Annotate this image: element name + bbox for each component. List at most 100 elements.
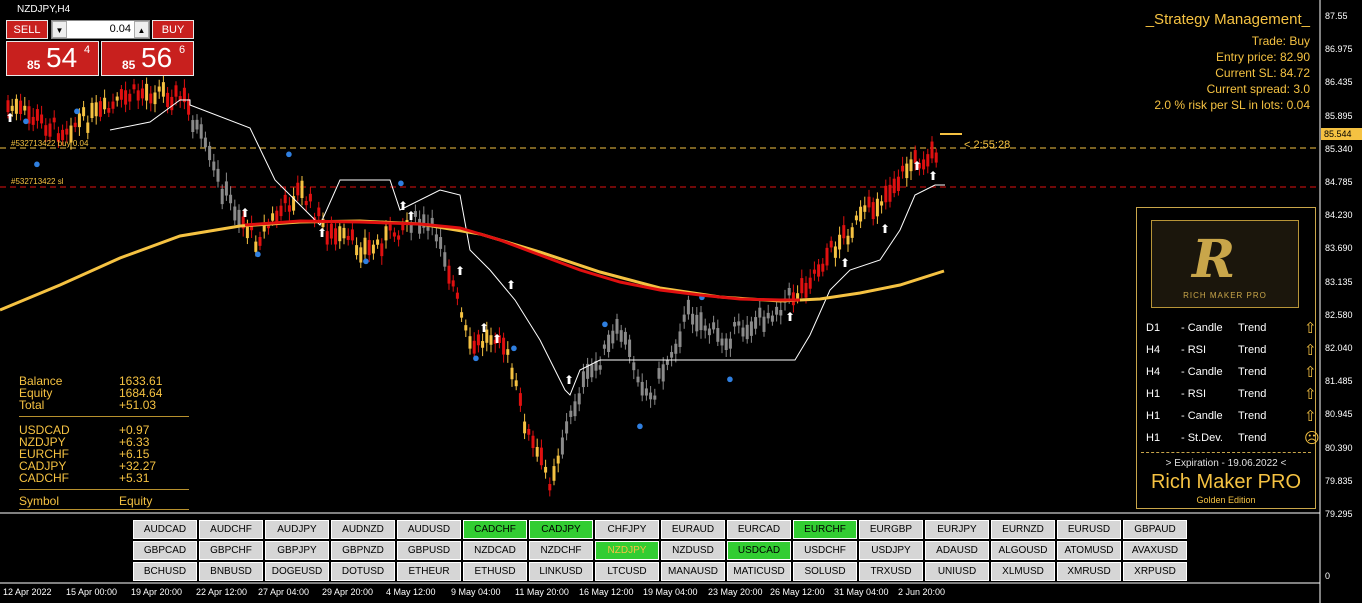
symbol-button-audnzd[interactable]: AUDNZD	[331, 520, 395, 539]
account-divider	[19, 416, 189, 417]
symbol-button-nzdusd[interactable]: NZDUSD	[661, 541, 725, 560]
symbol-button-gbpaud[interactable]: GBPAUD	[1123, 520, 1187, 539]
expiration-text: > Expiration - 19.06.2022 <	[1165, 458, 1287, 469]
candle-body	[153, 92, 157, 105]
symbol-button-trxusd[interactable]: TRXUSD	[859, 562, 923, 581]
arrow-up-icon: ⇧	[1304, 408, 1317, 425]
symbol-button-ltcusd[interactable]: LTCUSD	[595, 562, 659, 581]
trend-timeframe: D1	[1146, 322, 1161, 334]
symbol-button-ethusd[interactable]: ETHUSD	[463, 562, 527, 581]
sell-price-button[interactable]: 85 54 4	[6, 41, 99, 76]
sell-signal-icon: ●	[510, 340, 518, 355]
candle-body	[149, 93, 153, 104]
candle-body	[19, 100, 23, 115]
symbol-button-gbpchf[interactable]: GBPCHF	[199, 541, 263, 560]
time-axis-label: 11 May 20:00	[515, 587, 569, 597]
buy-price-button[interactable]: 85 56 6	[101, 41, 194, 76]
symbol-button-xmrusd[interactable]: XMRUSD	[1057, 562, 1121, 581]
time-axis-label: 31 May 04:00	[834, 587, 889, 597]
symbol-button-cadjpy[interactable]: CADJPY	[529, 520, 593, 539]
symbol-button-audusd[interactable]: AUDUSD	[397, 520, 461, 539]
symbol-button-gbpusd[interactable]: GBPUSD	[397, 541, 461, 560]
candle-body	[136, 90, 140, 101]
symbol-button-eurnzd[interactable]: EURNZD	[991, 520, 1055, 539]
sell-signal-icon: ●	[73, 103, 81, 118]
indicator-scale-label: 0	[1325, 571, 1331, 581]
symbol-button-xlmusd[interactable]: XLMUSD	[991, 562, 1055, 581]
candle-body	[115, 96, 119, 101]
lot-decrease-button[interactable]: ▼	[52, 21, 67, 38]
symbol-button-audcad[interactable]: AUDCAD	[133, 520, 197, 539]
candle-body	[619, 330, 623, 342]
ask-price-pip: 6	[179, 44, 186, 56]
brand-logo: R RICH MAKER PRO	[1151, 220, 1299, 308]
symbol-button-chfjpy[interactable]: CHFJPY	[595, 520, 659, 539]
symbol-button-usdchf[interactable]: USDCHF	[793, 541, 857, 560]
symbol-button-eurcad[interactable]: EURCAD	[727, 520, 791, 539]
bid-price-prefix: 85	[27, 58, 41, 72]
symbol-button-algousd[interactable]: ALGOUSD	[991, 541, 1055, 560]
symbol-button-audchf[interactable]: AUDCHF	[199, 520, 263, 539]
candle-body	[14, 98, 18, 114]
symbol-button-audjpy[interactable]: AUDJPY	[265, 520, 329, 539]
lot-size-value[interactable]: 0.04	[68, 21, 133, 38]
time-axis-label: 4 May 12:00	[386, 587, 436, 597]
symbol-button-dotusd[interactable]: DOTUSD	[331, 562, 395, 581]
symbol-button-xrpusd[interactable]: XRPUSD	[1123, 562, 1187, 581]
symbol-button-euraud[interactable]: EURAUD	[661, 520, 725, 539]
sell-button[interactable]: SELL	[6, 20, 48, 39]
symbol-button-nzdjpy[interactable]: NZDJPY	[595, 541, 659, 560]
symbol-button-bchusd[interactable]: BCHUSD	[133, 562, 197, 581]
candle-body	[569, 410, 573, 417]
candle-body	[670, 352, 674, 358]
candle-body	[565, 421, 569, 434]
symbol-button-cadchf[interactable]: CADCHF	[463, 520, 527, 539]
symbol-button-eurgbp[interactable]: EURGBP	[859, 520, 923, 539]
candle-body	[867, 196, 871, 208]
buy-button[interactable]: BUY	[152, 20, 194, 39]
candle-body	[371, 244, 375, 254]
time-axis-label: 29 Apr 20:00	[322, 587, 374, 597]
symbol-button-adausd[interactable]: ADAUSD	[925, 541, 989, 560]
candle-body	[846, 235, 850, 245]
candle-body	[682, 314, 686, 322]
candle-body	[930, 141, 934, 159]
symbol-button-gbpcad[interactable]: GBPCAD	[133, 541, 197, 560]
sell-signal-icon: ●	[22, 113, 30, 128]
candle-body	[661, 364, 665, 382]
candle-body	[145, 83, 149, 101]
symbol-button-nzdchf[interactable]: NZDCHF	[529, 541, 593, 560]
candle-body	[779, 309, 783, 316]
symbol-button-solusd[interactable]: SOLUSD	[793, 562, 857, 581]
symbol-button-etheur[interactable]: ETHEUR	[397, 562, 461, 581]
candle-body	[103, 97, 107, 110]
candle-body	[229, 194, 233, 204]
symbol-button-gbpnzd[interactable]: GBPNZD	[331, 541, 395, 560]
lot-increase-button[interactable]: ▲	[134, 21, 149, 38]
arrow-up-icon: ⇧	[1304, 386, 1317, 403]
symbol-button-usdjpy[interactable]: USDJPY	[859, 541, 923, 560]
position-row: CADCHF +5.31	[19, 472, 189, 484]
symbol-button-eurchf[interactable]: EURCHF	[793, 520, 857, 539]
candle-body	[119, 89, 123, 100]
candle-body	[388, 224, 392, 231]
symbol-button-avaxusd[interactable]: AVAXUSD	[1123, 541, 1187, 560]
price-axis-label: 83.690	[1325, 243, 1353, 254]
candle-body	[678, 331, 682, 347]
symbol-button-eurjpy[interactable]: EURJPY	[925, 520, 989, 539]
symbol-button-dogeusd[interactable]: DOGEUSD	[265, 562, 329, 581]
symbol-button-nzdcad[interactable]: NZDCAD	[463, 541, 527, 560]
symbol-button-manausd[interactable]: MANAUSD	[661, 562, 725, 581]
symbol-button-maticusd[interactable]: MATICUSD	[727, 562, 791, 581]
symbol-button-uniusd[interactable]: UNIUSD	[925, 562, 989, 581]
symbol-button-bnbusd[interactable]: BNBUSD	[199, 562, 263, 581]
lot-size-field[interactable]: ▼ 0.04 ▲	[51, 20, 150, 39]
symbol-button-gbpjpy[interactable]: GBPJPY	[265, 541, 329, 560]
candle-body	[308, 193, 312, 202]
symbol-button-linkusd[interactable]: LINKUSD	[529, 562, 593, 581]
symbol-button-eurusd[interactable]: EURUSD	[1057, 520, 1121, 539]
symbol-button-atomusd[interactable]: ATOMUSD	[1057, 541, 1121, 560]
trend-indicator: - Candle	[1181, 410, 1223, 422]
brand-logo-text: RICH MAKER PRO	[1183, 291, 1267, 300]
symbol-button-usdcad[interactable]: USDCAD	[727, 541, 791, 560]
